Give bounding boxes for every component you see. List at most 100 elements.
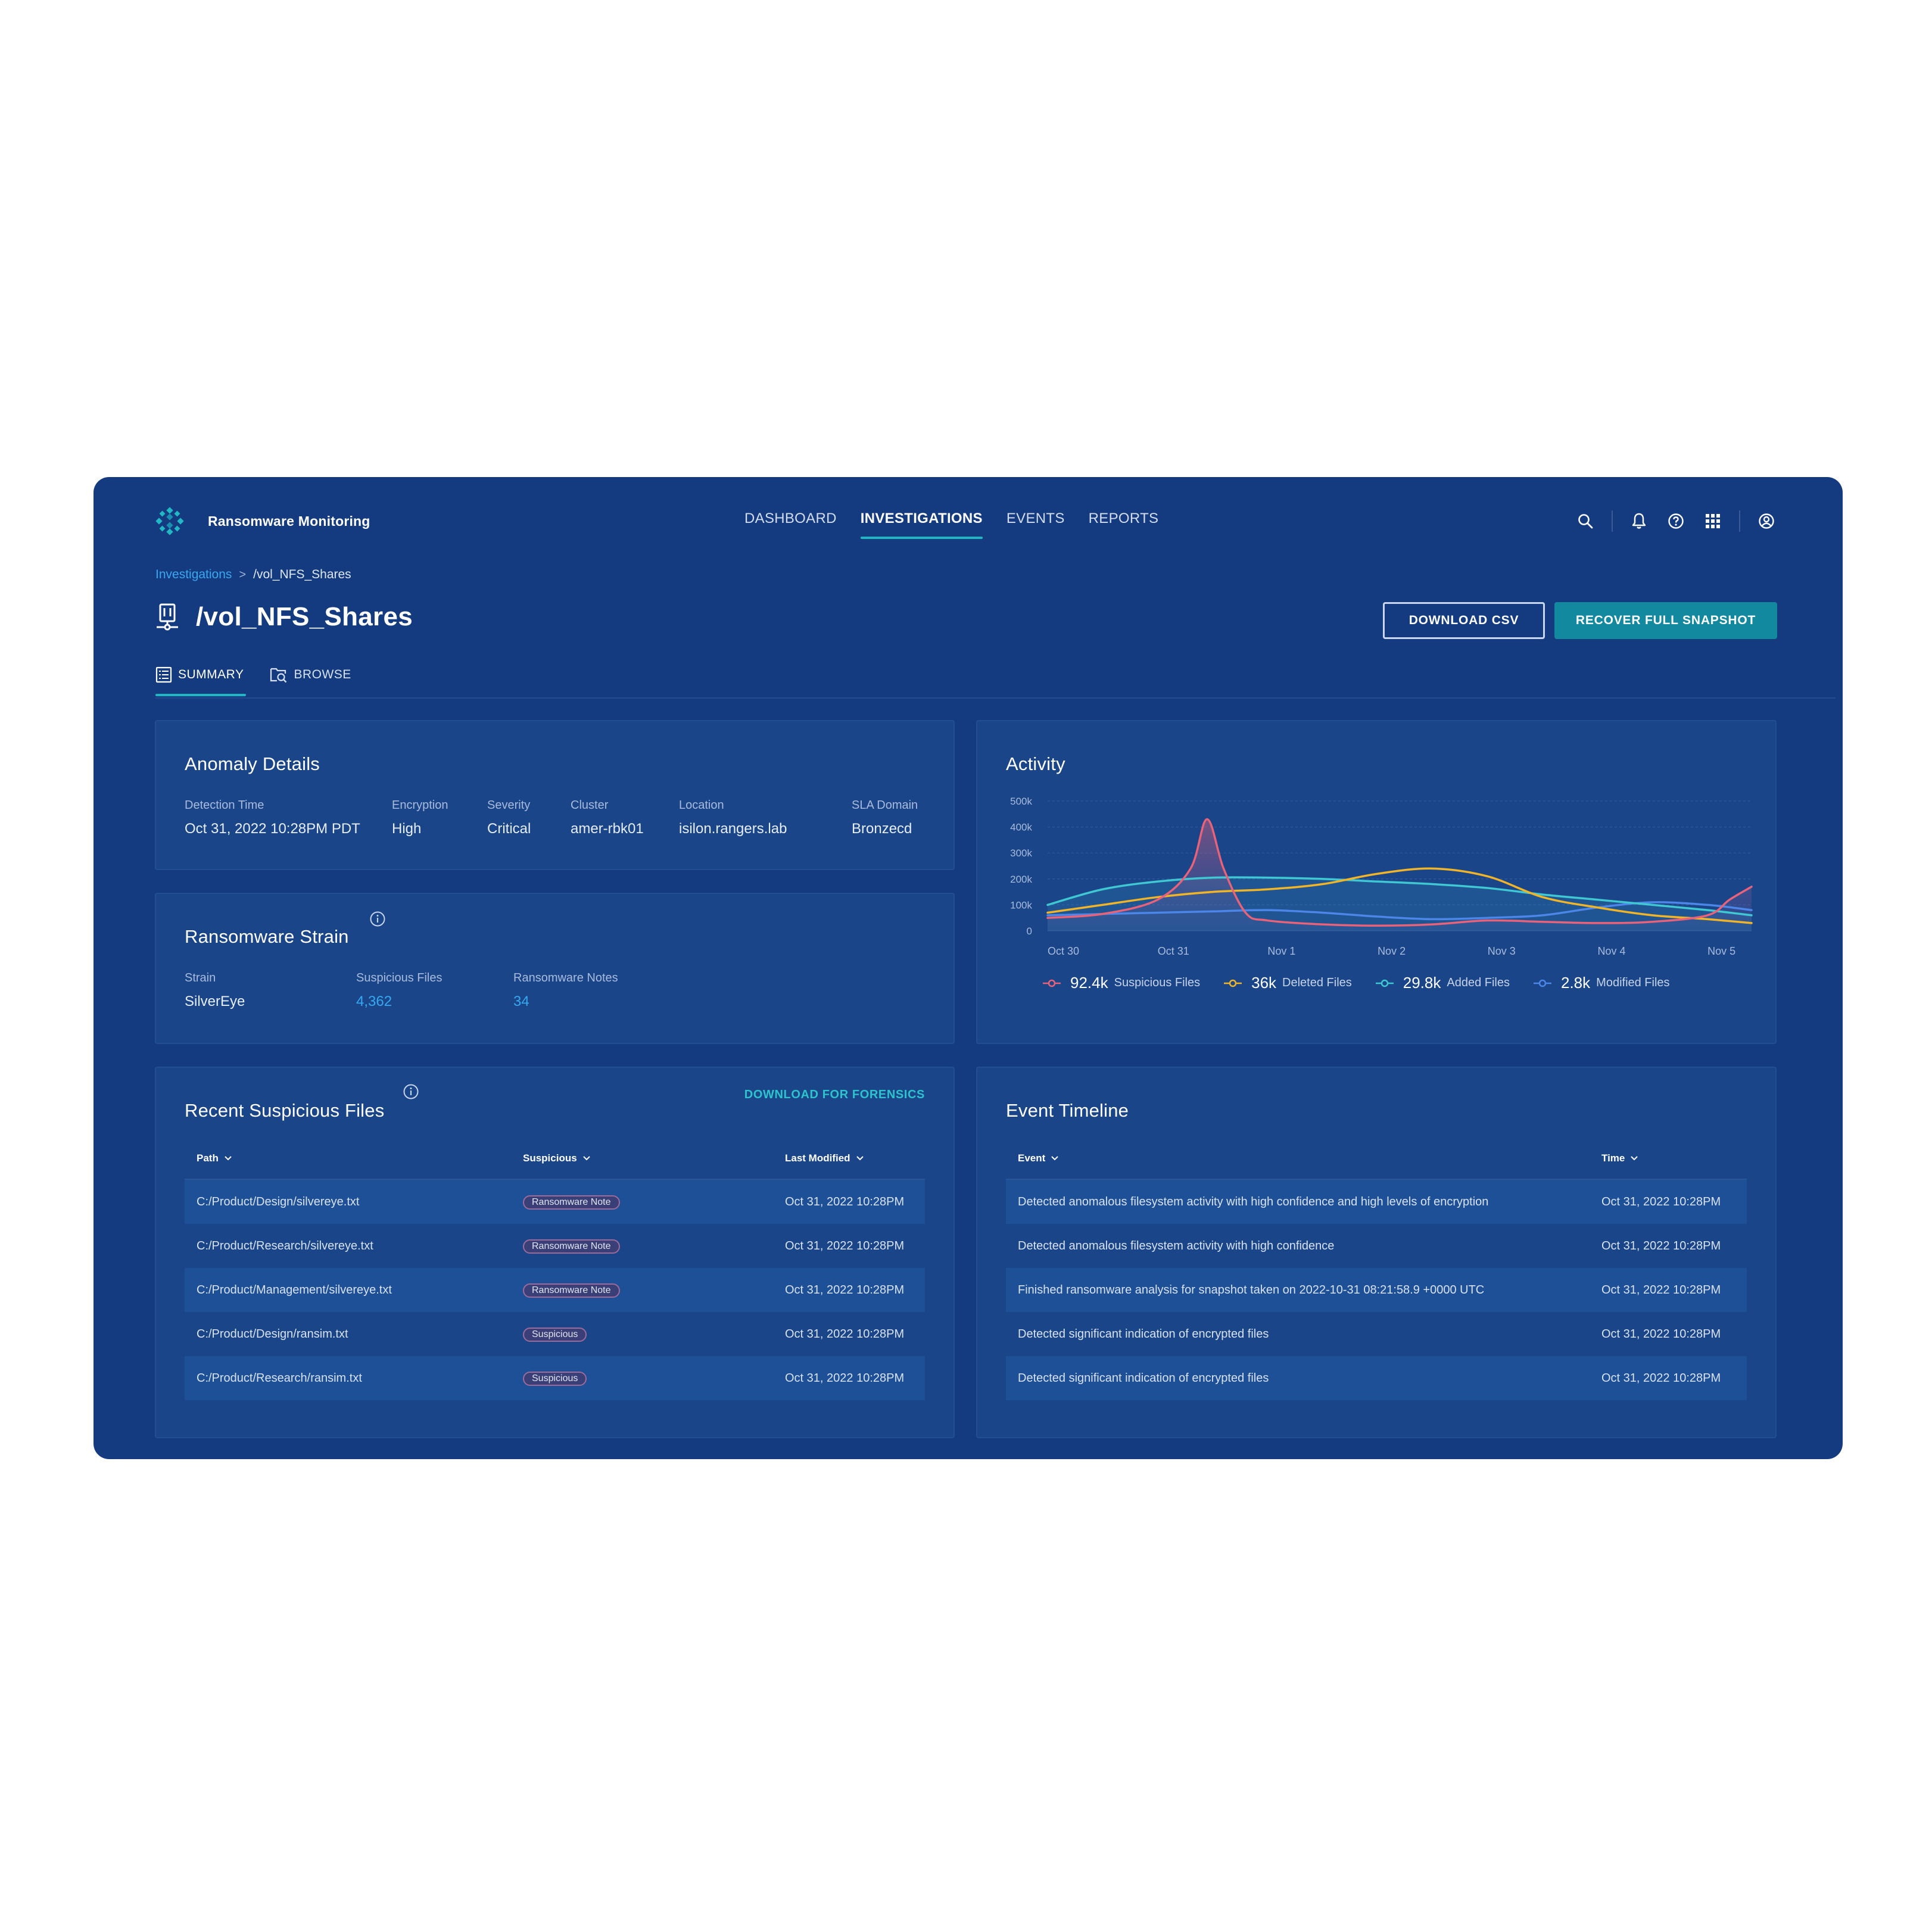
user-icon[interactable] [1756, 510, 1777, 532]
breadcrumb-investigations-link[interactable]: Investigations [155, 568, 232, 582]
tab-browse[interactable]: BROWSE [270, 666, 351, 696]
table-row[interactable]: Detected significant indication of encry… [1006, 1312, 1747, 1356]
bell-icon[interactable] [1628, 510, 1650, 532]
y-tick-label: 300k [1010, 847, 1032, 859]
y-tick-label: 100k [1010, 899, 1032, 911]
activity-chart: 0 100k 200k 300k 400k 500k Oct 30 Oct 31 Nov 1 No… [1010, 796, 1753, 957]
apps-grid-icon[interactable] [1702, 510, 1724, 532]
column-label: Event [1018, 1152, 1046, 1164]
nfs-share-icon [157, 603, 178, 631]
suspicious-cell: Suspicious [511, 1327, 773, 1342]
table-row[interactable]: C:/Product/Management/silvereye.txt Rans… [185, 1268, 925, 1312]
event-time: Oct 31, 2022 10:28PM [1601, 1327, 1721, 1341]
x-tick-label: Oct 31 [1158, 945, 1189, 957]
event-time: Oct 31, 2022 10:28PM [1601, 1195, 1721, 1208]
table-row[interactable]: C:/Product/Research/silvereye.txt Ransom… [185, 1224, 925, 1268]
column-last-modified[interactable]: Last Modified [773, 1152, 864, 1164]
status-badge: Suspicious [523, 1371, 587, 1386]
column-label: Path [197, 1152, 219, 1164]
suspicious-cell: Suspicious [511, 1371, 773, 1386]
legend-suspicious-files[interactable]: 92.4k Suspicious Files [1043, 974, 1200, 992]
info-icon[interactable] [403, 1083, 419, 1100]
event-timeline-table: Event Time Detected anomalous filesystem… [1006, 1138, 1747, 1400]
column-path[interactable]: Path [185, 1152, 511, 1164]
ransomware-notes-count-link[interactable]: 34 [513, 993, 618, 1010]
legend-value: 36k [1251, 974, 1277, 992]
legend-modified-files[interactable]: 2.8k Modified Files [1534, 974, 1670, 992]
table-row[interactable]: C:/Product/Design/silvereye.txt Ransomwa… [185, 1180, 925, 1224]
x-tick-label: Nov 4 [1597, 945, 1625, 957]
column-label: Suspicious [523, 1152, 577, 1164]
browse-search-icon [270, 668, 287, 683]
tab-browse-label: BROWSE [294, 668, 351, 681]
x-tick-label: Nov 5 [1707, 945, 1735, 957]
tabs-divider [155, 697, 1836, 699]
last-modified: Oct 31, 2022 10:28PM [785, 1195, 905, 1208]
toolbar-divider [1612, 510, 1613, 532]
y-tick-label: 200k [1010, 874, 1032, 885]
help-icon[interactable] [1665, 510, 1687, 532]
chevron-down-icon [856, 1156, 864, 1161]
recent-suspicious-files-card: Recent Suspicious Files DOWNLOAD FOR FOR… [155, 1067, 955, 1438]
nav-investigations[interactable]: INVESTIGATIONS [860, 510, 983, 539]
download-csv-button[interactable]: DOWNLOAD CSV [1383, 602, 1545, 639]
recover-full-snapshot-button[interactable]: RECOVER FULL SNAPSHOT [1554, 602, 1777, 639]
status-badge: Ransomware Note [523, 1283, 620, 1298]
page-actions: DOWNLOAD CSV RECOVER FULL SNAPSHOT [1383, 602, 1777, 639]
cluster-field: Cluster amer-rbk01 [571, 799, 644, 837]
ransomware-strain-card: Ransomware Strain Strain SilverEye Suspi… [155, 893, 955, 1044]
anomaly-details-card: Anomaly Details Detection Time Oct 31, 2… [155, 720, 955, 870]
table-row[interactable]: Detected anomalous filesystem activity w… [1006, 1180, 1747, 1224]
toolbar-divider [1739, 510, 1740, 532]
strain-field: Strain SilverEye [185, 971, 245, 1010]
table-row[interactable]: Detected anomalous filesystem activity w… [1006, 1224, 1747, 1268]
column-time[interactable]: Time [1590, 1152, 1638, 1164]
event-time: Oct 31, 2022 10:28PM [1601, 1283, 1721, 1297]
chevron-down-icon [1051, 1156, 1059, 1161]
sla-domain-field: SLA Domain Bronzecd [852, 799, 918, 837]
table-body: Detected anomalous filesystem activity w… [1006, 1180, 1747, 1400]
chart-legend: 92.4k Suspicious Files 36k Deleted Files… [1043, 974, 1670, 992]
tab-summary[interactable]: SUMMARY [155, 666, 247, 696]
table-header: Event Time [1006, 1138, 1747, 1180]
column-event[interactable]: Event [1006, 1152, 1590, 1164]
event-time: Oct 31, 2022 10:28PM [1601, 1239, 1721, 1252]
breadcrumb-current: /vol_NFS_Shares [253, 568, 351, 581]
chevron-down-icon [582, 1156, 590, 1161]
y-tick-label: 0 [1027, 926, 1032, 937]
table-row[interactable]: C:/Product/Design/ransim.txt Suspicious … [185, 1312, 925, 1356]
table-row[interactable]: Detected significant indication of encry… [1006, 1356, 1747, 1400]
legend-marker-icon [1043, 979, 1061, 987]
search-icon[interactable] [1575, 510, 1596, 532]
legend-added-files[interactable]: 29.8k Added Files [1375, 974, 1510, 992]
suspicious-files-count-link[interactable]: 4,362 [356, 993, 443, 1010]
legend-label: Suspicious Files [1114, 976, 1201, 989]
x-tick-label: Nov 3 [1488, 945, 1516, 957]
brand[interactable]: Ransomware Monitoring [155, 507, 370, 535]
field-label: Location [679, 799, 724, 812]
field-label: SLA Domain [852, 799, 918, 812]
table-row[interactable]: Finished ransomware analysis for snapsho… [1006, 1268, 1747, 1312]
location-field: Location isilon.rangers.lab [679, 799, 787, 837]
nav-dashboard[interactable]: DASHBOARD [744, 510, 837, 539]
legend-marker-icon [1534, 979, 1551, 987]
legend-deleted-files[interactable]: 36k Deleted Files [1224, 974, 1352, 992]
event-description: Detected anomalous filesystem activity w… [1018, 1195, 1489, 1208]
nav-reports[interactable]: REPORTS [1089, 510, 1159, 539]
chevron-down-icon [1631, 1156, 1638, 1161]
field-value: SilverEye [185, 993, 245, 1009]
event-description: Detected anomalous filesystem activity w… [1018, 1239, 1335, 1252]
column-suspicious[interactable]: Suspicious [511, 1152, 773, 1164]
field-label: Severity [487, 799, 531, 812]
nav-events[interactable]: EVENTS [1006, 510, 1065, 539]
file-path: C:/Product/Design/silvereye.txt [197, 1195, 360, 1208]
breadcrumb: Investigations > /vol_NFS_Shares [155, 568, 351, 582]
list-icon [155, 666, 172, 683]
table-header: Path Suspicious Last Modified [185, 1138, 925, 1180]
info-icon[interactable] [369, 911, 386, 927]
x-tick-label: Oct 30 [1048, 945, 1079, 957]
event-time: Oct 31, 2022 10:28PM [1601, 1371, 1721, 1385]
table-row[interactable]: C:/Product/Research/ransim.txt Suspiciou… [185, 1356, 925, 1400]
download-for-forensics-link[interactable]: DOWNLOAD FOR FORENSICS [744, 1088, 925, 1102]
field-label: Ransomware Notes [513, 971, 618, 984]
